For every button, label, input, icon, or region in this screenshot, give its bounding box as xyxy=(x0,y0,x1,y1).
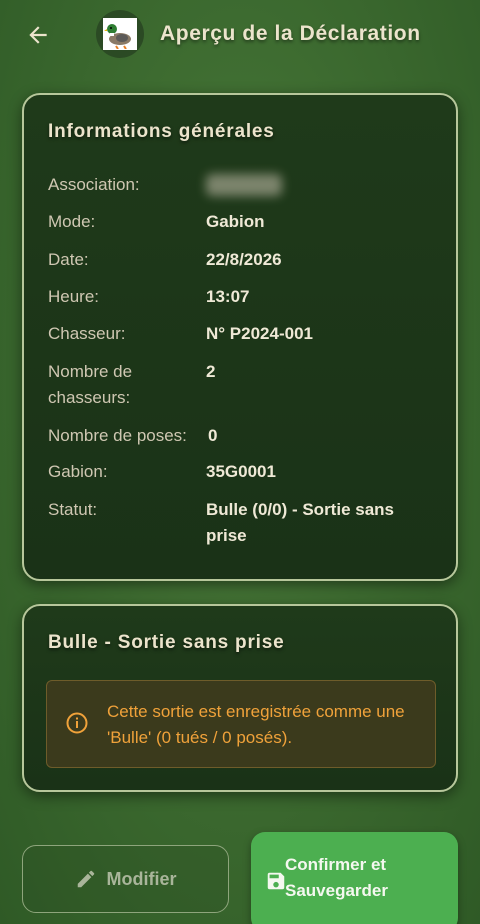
info-label: Mode: xyxy=(48,212,96,231)
modify-button[interactable]: Modifier xyxy=(22,845,229,913)
app-bar: Aperçu de la Déclaration xyxy=(0,0,480,70)
alert-message: Cette sortie est enregistrée comme une '… xyxy=(107,702,405,747)
info-value: Gabion xyxy=(206,212,265,231)
info-label: Nombre de poses: xyxy=(48,426,187,445)
info-value: N° P2024-001 xyxy=(206,324,313,343)
info-label: Heure: xyxy=(48,287,100,306)
general-info-card: Informations générales Association: Mode… xyxy=(22,93,458,581)
save-icon xyxy=(267,872,285,890)
bulle-card: Bulle - Sortie sans prise Cette sortie e… xyxy=(22,604,458,792)
info-label: Gabion: xyxy=(48,462,108,481)
general-info-title: Informations générales xyxy=(48,121,275,142)
duck-logo-icon xyxy=(96,10,144,58)
confirm-label: Confirmer et Sauvegarder xyxy=(285,855,388,900)
modify-label: Modifier xyxy=(106,868,177,889)
info-label: Date: xyxy=(48,250,89,269)
back-button[interactable] xyxy=(22,19,54,51)
info-value: 22/8/2026 xyxy=(206,250,282,269)
info-value: 13:07 xyxy=(206,287,250,306)
bulle-title: Bulle - Sortie sans prise xyxy=(48,632,285,653)
info-icon xyxy=(66,712,88,734)
confirm-save-button[interactable]: Confirmer et Sauvegarder xyxy=(251,832,458,924)
pencil-icon xyxy=(77,870,94,888)
info-label: Nombre de chasseurs: xyxy=(48,362,133,407)
info-value: 0 xyxy=(208,426,218,445)
info-label: Statut: xyxy=(48,500,98,519)
status-value: Bulle (0/0) - Sortie sans prise xyxy=(206,500,394,545)
info-value: 35G0001 xyxy=(206,462,276,481)
info-value: 2 xyxy=(206,362,216,381)
page-title: Aperçu de la Déclaration xyxy=(160,22,421,45)
info-label: Association: xyxy=(48,175,140,194)
bulle-warning-alert: Cette sortie est enregistrée comme une '… xyxy=(46,680,436,768)
info-label: Chasseur: xyxy=(48,324,126,343)
association-value-redacted xyxy=(206,172,442,204)
arrow-left-icon xyxy=(29,26,47,44)
